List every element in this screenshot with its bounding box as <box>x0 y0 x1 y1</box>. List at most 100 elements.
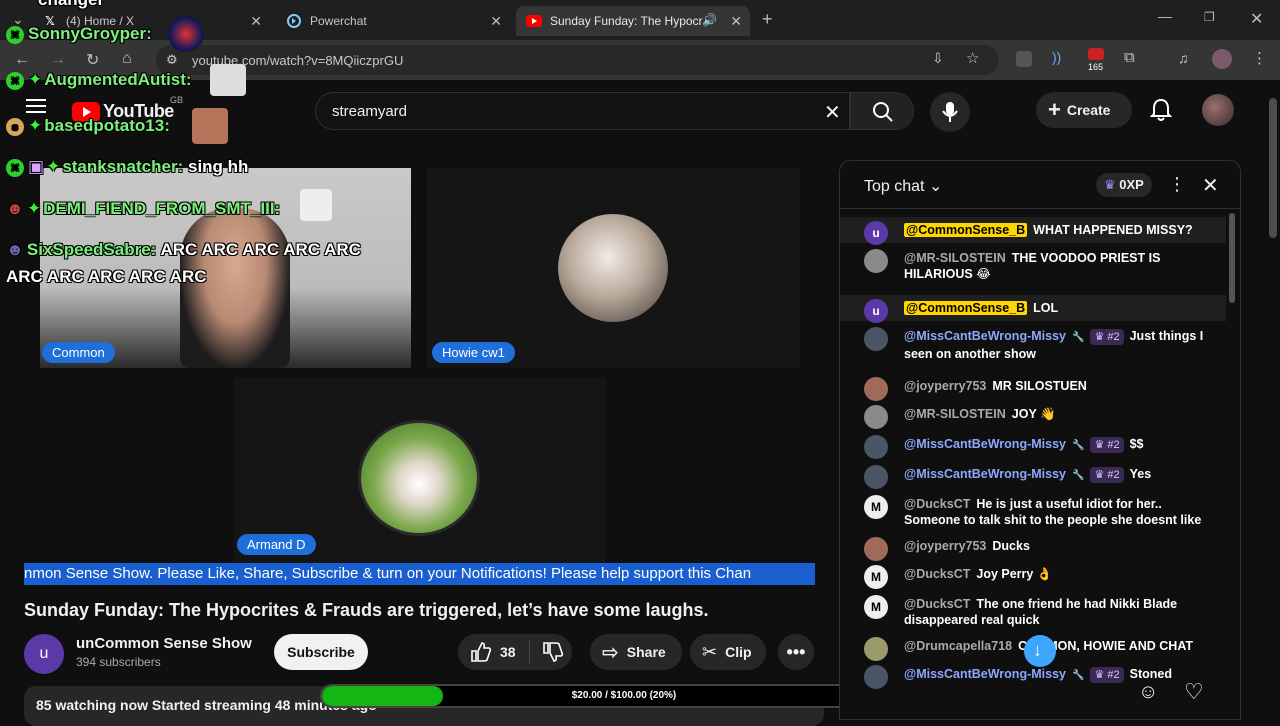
close-tab-icon[interactable]: ✕ <box>730 13 742 30</box>
extension-badge-icon[interactable] <box>1088 48 1104 60</box>
chat-message-text: Yes <box>1129 467 1152 481</box>
back-icon[interactable]: ← <box>14 51 30 69</box>
chat-author-avatar[interactable] <box>864 327 888 351</box>
tab-powerchat[interactable]: Powerchat ✕ <box>276 6 510 36</box>
clip-button[interactable]: ✂ Clip <box>690 634 766 670</box>
chat-author-name[interactable]: @DucksCT <box>904 597 970 611</box>
heart-icon[interactable]: ♡ <box>1184 679 1204 705</box>
chat-scrollbar[interactable] <box>1229 213 1235 303</box>
like-button[interactable]: 38 <box>458 640 530 664</box>
voice-search-button[interactable] <box>930 92 970 132</box>
sonic-badge-icon: ☻ <box>6 240 24 259</box>
chat-author-name[interactable]: @CommonSense_B <box>904 301 1028 315</box>
create-button[interactable]: + Create <box>1036 92 1132 128</box>
browser-menu-icon[interactable]: ⋮ <box>1252 49 1267 67</box>
clear-search-icon[interactable]: ✕ <box>824 100 841 125</box>
notifications-bell-icon[interactable] <box>1150 98 1172 122</box>
chat-author-avatar[interactable] <box>864 249 888 273</box>
chat-author-name[interactable]: @DucksCT <box>904 497 970 511</box>
profile-avatar-icon[interactable] <box>1212 49 1232 69</box>
omnibox[interactable]: ⚙ youtube.com/watch?v=8MQiiczprGU ⇩ ☆ <box>156 45 999 75</box>
region-code: GB <box>170 95 184 105</box>
new-tab-icon[interactable]: + <box>762 9 773 30</box>
chat-message[interactable]: @joyperry753 MR SILOSTUEN <box>840 373 1226 401</box>
extension-badge-count: 165 <box>1088 62 1104 72</box>
extension-icon[interactable] <box>1016 51 1032 67</box>
chat-author-avatar[interactable] <box>864 537 888 561</box>
chat-author-name[interactable]: @MR-SILOSTEIN <box>904 251 1006 265</box>
chat-message[interactable]: u @CommonSense_B LOL <box>840 295 1226 323</box>
chat-mode-dropdown[interactable]: Top chat ⌄ <box>864 176 942 196</box>
chat-author-name[interactable]: @DucksCT <box>904 567 970 581</box>
install-app-icon[interactable]: ⇩ <box>932 50 944 67</box>
chat-author-avatar[interactable] <box>864 405 888 429</box>
chat-author-avatar[interactable] <box>864 637 888 661</box>
share-label: Share <box>626 644 666 660</box>
account-avatar[interactable] <box>1202 94 1234 126</box>
chat-author-avatar[interactable]: M <box>864 565 888 589</box>
chat-message[interactable]: @joyperry753 Ducks <box>840 533 1226 561</box>
chat-author-avatar[interactable] <box>864 465 888 489</box>
chat-author-avatar[interactable] <box>864 377 888 401</box>
chat-message[interactable]: @MissCantBeWrong-Missy 🔧 ♛ #2 Yes <box>840 461 1226 489</box>
share-button[interactable]: ⇨ Share <box>590 634 682 670</box>
chat-author-avatar[interactable]: u <box>864 299 888 323</box>
menu-hamburger-icon[interactable] <box>26 98 46 114</box>
powerchat-icon <box>286 13 302 29</box>
chat-author-name[interactable]: @MissCantBeWrong-Missy <box>904 437 1066 451</box>
chat-message[interactable]: M @DucksCT The one friend he had Nikki Bla… <box>840 591 1226 627</box>
dislike-button[interactable] <box>530 641 564 663</box>
close-chat-icon[interactable]: ✕ <box>1202 173 1219 198</box>
restore-icon[interactable]: ❐ <box>1204 10 1215 24</box>
search-box[interactable]: streamyard ✕ <box>315 92 850 130</box>
chat-author-name[interactable]: @MR-SILOSTEIN <box>904 407 1006 421</box>
search-input[interactable]: streamyard <box>332 103 407 120</box>
chat-author-name[interactable]: @CommonSense_B <box>904 223 1028 237</box>
overlay-user: stanksnatcher: <box>62 157 184 176</box>
extension-waves-icon[interactable]: )) <box>1052 49 1061 65</box>
chat-author-name[interactable]: @Drumcapella718 <box>904 639 1012 653</box>
search-button[interactable] <box>850 92 914 130</box>
chat-message[interactable]: @MissCantBeWrong-Missy 🔧 ♛ #2 $$ <box>840 431 1226 459</box>
chat-author-name[interactable]: @MissCantBeWrong-Missy <box>904 329 1066 343</box>
channel-name[interactable]: unCommon Sense Show <box>76 635 252 652</box>
close-tab-icon[interactable]: ✕ <box>490 13 502 30</box>
chat-author-name[interactable]: @MissCantBeWrong-Missy <box>904 467 1066 481</box>
chat-message-text: LOL <box>1033 301 1059 315</box>
chat-author-avatar[interactable]: M <box>864 495 888 519</box>
chat-message[interactable]: u @CommonSense_B WHAT HAPPENED MISSY? <box>840 217 1226 245</box>
close-window-icon[interactable]: ✕ <box>1250 9 1263 29</box>
bookmark-star-icon[interactable]: ☆ <box>966 49 979 67</box>
media-control-icon[interactable]: ♫ <box>1178 50 1189 66</box>
chat-message[interactable]: @MR-SILOSTEIN JOY 👋 <box>840 401 1226 429</box>
page-scrollbar[interactable] <box>1266 80 1280 720</box>
home-icon[interactable]: ⌂ <box>122 50 132 68</box>
site-info-icon[interactable]: ⚙ <box>166 52 178 68</box>
more-actions-button[interactable]: ••• <box>778 634 814 670</box>
forward-icon[interactable]: → <box>50 51 66 69</box>
chat-author-avatar[interactable] <box>864 435 888 459</box>
channel-avatar[interactable]: u <box>24 634 64 674</box>
chat-author-avatar[interactable]: u <box>864 221 888 245</box>
scroll-to-bottom-button[interactable]: ↓ <box>1024 635 1056 667</box>
subscribe-button[interactable]: Subscribe <box>274 634 368 670</box>
xp-badge[interactable]: ♛ 0XP <box>1096 173 1152 197</box>
close-tab-icon[interactable]: ✕ <box>250 13 262 30</box>
extensions-puzzle-icon[interactable]: ⧉ <box>1124 49 1135 66</box>
reload-icon[interactable]: ↻ <box>86 50 99 70</box>
tab-youtube-active[interactable]: Sunday Funday: The Hypocr 🔊 ✕ <box>516 6 750 36</box>
emoji-icon[interactable]: ☺ <box>1138 681 1158 704</box>
chat-message-body: @CommonSense_B LOL <box>904 300 1204 316</box>
chat-author-avatar[interactable]: M <box>864 595 888 619</box>
chat-message[interactable]: M @DucksCT Joy Perry 👌 <box>840 561 1226 589</box>
page-scrollbar-thumb[interactable] <box>1269 98 1277 238</box>
minimize-icon[interactable]: — <box>1158 8 1172 24</box>
chat-message[interactable]: @MR-SILOSTEIN THE VOODOO PRIEST IS HILARI… <box>840 245 1226 289</box>
speaker-icon[interactable]: 🔊 <box>702 13 717 27</box>
emote-image-icon <box>210 64 246 96</box>
chat-author-name[interactable]: @joyperry753 <box>904 539 986 553</box>
chat-author-name[interactable]: @joyperry753 <box>904 379 986 393</box>
chat-menu-icon[interactable]: ⋮ <box>1168 174 1186 195</box>
chat-message[interactable]: M @DucksCT He is just a useful idiot for h… <box>840 491 1226 527</box>
chat-message[interactable]: @MissCantBeWrong-Missy 🔧 ♛ #2 Just things I… <box>840 323 1226 367</box>
